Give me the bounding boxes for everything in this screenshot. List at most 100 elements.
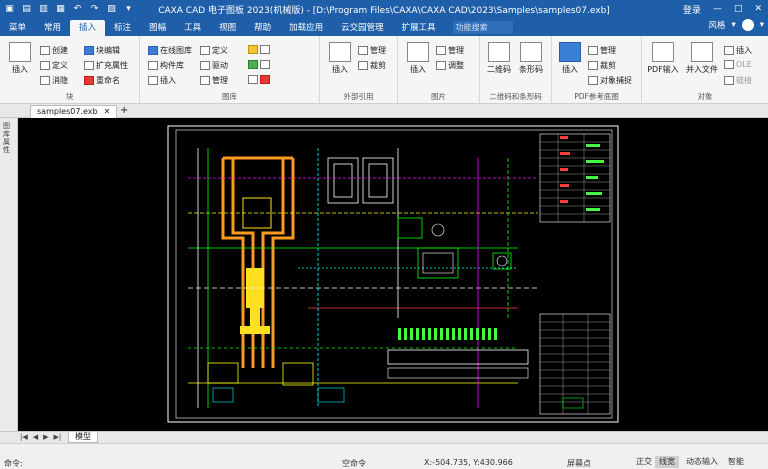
model-tab[interactable]: 模型	[68, 432, 98, 443]
library-define-icon	[200, 46, 210, 55]
pdf-insert-button[interactable]: 插入	[556, 42, 584, 75]
command-status: 空命令	[342, 459, 366, 468]
symbol-icon	[248, 75, 258, 84]
merge-file-button[interactable]: 并入文件	[684, 42, 720, 75]
pdf-input-button[interactable]: PDF输入	[646, 42, 680, 75]
function-search-input[interactable]: 功能搜索	[452, 21, 513, 34]
smart-toggle[interactable]: 智能	[724, 456, 748, 468]
image-group-label: 图片	[431, 92, 446, 101]
pdf-manage-icon	[588, 46, 598, 55]
last-layout-button[interactable]: ▶|	[54, 433, 62, 441]
dropdown-icon[interactable]: ▾	[123, 4, 134, 15]
symbol-tool-3[interactable]	[248, 75, 270, 84]
xref-clip-button[interactable]: 裁剪	[358, 60, 386, 71]
drawing-canvas[interactable]	[18, 118, 768, 431]
xref-clip-icon	[358, 61, 368, 70]
block-define-button[interactable]: 定义	[40, 60, 68, 71]
dynamic-input-toggle[interactable]: 动态输入	[682, 456, 722, 468]
new-file-icon[interactable]: ▤	[21, 4, 32, 15]
library-define-button[interactable]: 定义	[200, 45, 228, 56]
snap-icon	[588, 76, 598, 85]
symbol-tool-2[interactable]	[248, 60, 270, 69]
style-selector[interactable]: 风格	[708, 19, 725, 31]
library-group-label: 图库	[222, 92, 237, 101]
tab-sheet[interactable]: 图幅	[140, 20, 175, 36]
image-insert-button[interactable]: 插入	[404, 42, 432, 75]
tab-menu[interactable]: 菜单	[0, 20, 35, 36]
ortho-toggle[interactable]: 正交	[632, 456, 656, 468]
library-insert-button[interactable]: 插入	[148, 75, 176, 86]
snap-mode[interactable]: 屏幕点	[567, 458, 591, 469]
tab-addins[interactable]: 加载应用	[280, 20, 332, 36]
print-icon[interactable]: ▨	[106, 4, 117, 15]
style-dropdown-icon[interactable]: ▾	[731, 20, 735, 30]
ole-button[interactable]: OLE	[724, 60, 752, 69]
block-insert-icon	[9, 42, 31, 62]
redo-icon[interactable]: ↷	[89, 4, 100, 15]
xref-manage-button[interactable]: 管理	[358, 45, 386, 56]
block-edit-button[interactable]: 块编辑	[84, 45, 120, 56]
pdf-reference-group: 插入 管理 裁剪 对象捕捉 PDF参考底图	[552, 36, 642, 104]
minimize-button[interactable]: —	[713, 4, 722, 14]
tab-extensions[interactable]: 扩展工具	[393, 20, 445, 36]
help-dropdown-icon[interactable]: ▾	[760, 20, 764, 30]
symbol-icon	[248, 45, 258, 54]
component-library-button[interactable]: 构件库	[148, 60, 184, 71]
image-adjust-button[interactable]: 调整	[436, 60, 464, 71]
left-side-panel[interactable]: 图库 属性	[0, 118, 18, 431]
object-insert-button[interactable]: 插入	[724, 45, 752, 56]
barcode-icon	[520, 42, 542, 62]
first-layout-button[interactable]: |◀	[20, 433, 28, 441]
symbol-icon	[248, 60, 258, 69]
library-manage-button[interactable]: 管理	[200, 75, 228, 86]
tab-common[interactable]: 常用	[35, 20, 70, 36]
help-icon[interactable]: ?	[741, 19, 754, 31]
barcode-button[interactable]: 条形码	[516, 42, 546, 75]
command-prompt[interactable]: 命令:	[4, 458, 23, 469]
next-layout-button[interactable]: ▶	[43, 433, 48, 441]
online-library-button[interactable]: 在线图库	[148, 45, 192, 56]
title-bar: ▣ ▤ ▥ ▦ ↶ ↷ ▨ ▾ CAXA CAD 电子图板 2023(机械版) …	[0, 0, 768, 18]
component-library-icon	[148, 61, 158, 70]
open-file-icon[interactable]: ▥	[38, 4, 49, 15]
tab-tools[interactable]: 工具	[175, 20, 210, 36]
tab-view[interactable]: 视图	[210, 20, 245, 36]
new-tab-button[interactable]: +	[120, 105, 128, 117]
rename-button[interactable]: 重命名	[84, 75, 120, 86]
tab-annotate[interactable]: 标注	[105, 20, 140, 36]
pdf-clip-button[interactable]: 裁剪	[588, 60, 616, 71]
prev-layout-button[interactable]: ◀	[33, 433, 38, 441]
block-insert-button[interactable]: 插入	[6, 42, 34, 75]
barcode-group: 二维码 条形码 二维码和条形码	[480, 36, 552, 104]
link-button[interactable]: 链接	[724, 75, 752, 86]
block-edit-icon	[84, 46, 94, 55]
layout-tabs: |◀ ◀ ▶ ▶| 模型	[0, 431, 768, 443]
pdf-clip-icon	[588, 61, 598, 70]
symbol-tool-1[interactable]	[248, 45, 270, 54]
linewidth-toggle[interactable]: 线宽	[655, 456, 679, 468]
maximize-button[interactable]: □	[734, 4, 743, 14]
undo-icon[interactable]: ↶	[72, 4, 83, 15]
image-manage-button[interactable]: 管理	[436, 45, 464, 56]
tab-cloud[interactable]: 云交园管理	[332, 20, 393, 36]
block-dissolve-button[interactable]: 消隐	[40, 75, 68, 86]
app-icon[interactable]: ▣	[4, 4, 15, 15]
library-drive-button[interactable]: 驱动	[200, 60, 228, 71]
cad-drawing	[167, 125, 619, 423]
document-tab[interactable]: samples07.exb ✕	[30, 105, 118, 118]
close-button[interactable]: ✕	[754, 4, 762, 14]
extend-attribute-button[interactable]: 扩充属性	[84, 60, 128, 71]
login-button[interactable]: 登录	[683, 3, 701, 16]
object-group-label: 对象	[697, 92, 713, 101]
close-tab-icon[interactable]: ✕	[104, 106, 111, 118]
pdf-manage-button[interactable]: 管理	[588, 45, 616, 56]
tab-help[interactable]: 帮助	[245, 20, 280, 36]
block-create-button[interactable]: 创建	[40, 45, 68, 56]
save-icon[interactable]: ▦	[55, 4, 66, 15]
symbol-icon	[260, 60, 270, 69]
pdf-snap-button[interactable]: 对象捕捉	[588, 75, 632, 86]
qrcode-button[interactable]: 二维码	[484, 42, 514, 75]
tab-insert[interactable]: 插入	[70, 20, 106, 36]
xref-insert-button[interactable]: 插入	[326, 42, 354, 75]
library-group: 在线图库 构件库 插入 定义 驱动 管理 图库	[140, 36, 320, 104]
